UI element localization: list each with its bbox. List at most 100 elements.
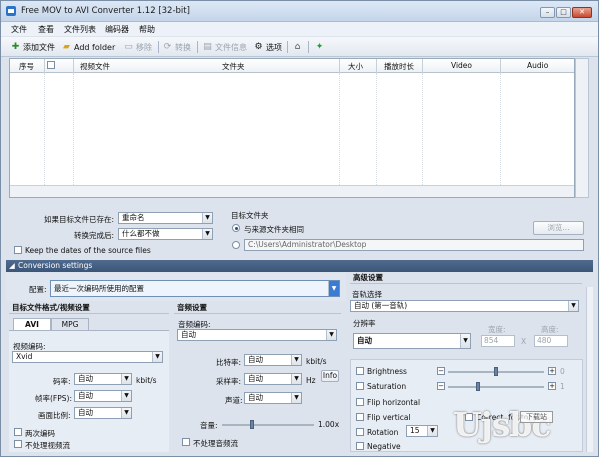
browse-button[interactable]: 浏览...	[533, 221, 584, 235]
file-info-button[interactable]: ▤ 文件信息	[202, 41, 247, 54]
grid-line	[44, 73, 45, 185]
fps-select[interactable]: 自动 ▼	[74, 390, 132, 402]
after-conversion-value: 什么都不做	[122, 229, 160, 238]
conversion-settings-header[interactable]: ◢ Conversion settings	[6, 260, 593, 272]
keep-dates-checkbox[interactable]	[14, 246, 22, 254]
maximize-button[interactable]: □	[556, 7, 571, 18]
chevron-down-icon: ▼	[121, 391, 131, 401]
rotation-select[interactable]: 15 ▼	[406, 425, 438, 437]
menu-file[interactable]: 文件	[11, 24, 27, 35]
column-divider	[339, 59, 340, 73]
toolbar-separator	[197, 41, 198, 53]
advanced-scrollbar[interactable]	[586, 287, 593, 452]
menu-help[interactable]: 帮助	[139, 24, 155, 35]
profile-select[interactable]: 最近一次编码所使用的配置 ▼	[50, 280, 340, 297]
brightness-slider-thumb[interactable]	[494, 367, 498, 376]
volume-slider[interactable]	[222, 420, 314, 429]
audio-bitrate-select[interactable]: 自动 ▼	[244, 354, 302, 366]
options-button[interactable]: ⚙ 选项	[253, 41, 282, 54]
menu-encoder[interactable]: 编码器	[105, 24, 129, 35]
col-folder[interactable]: 文件夹	[222, 61, 245, 72]
col-size[interactable]: 大小	[348, 61, 363, 72]
tab-mpg[interactable]: MPG	[51, 318, 89, 330]
brightness-checkbox[interactable]	[356, 367, 364, 375]
advanced-section-title: 高级设置	[350, 273, 582, 284]
no-video-checkbox[interactable]	[14, 440, 22, 448]
close-button[interactable]: ✕	[572, 7, 592, 18]
audio-track-select[interactable]: 自动 (第一音轨) ▼	[350, 300, 579, 312]
chevron-down-icon: ▼	[152, 352, 162, 362]
remove-button[interactable]: ▭ 移除	[123, 41, 152, 54]
col-duration[interactable]: 播放时长	[384, 61, 414, 72]
profile-panel: 配置: 最近一次编码所使用的配置 ▼	[6, 273, 346, 301]
saturation-slider[interactable]	[448, 382, 544, 391]
brightness-slider[interactable]	[448, 367, 544, 376]
height-label: 高度:	[541, 325, 559, 334]
flip-vertical-checkbox[interactable]	[356, 413, 364, 421]
chevron-down-icon: ▼	[326, 330, 336, 340]
keep-dates-label: Keep the dates of the source files	[25, 246, 151, 255]
saturation-slider-thumb[interactable]	[476, 382, 480, 391]
chevron-down-icon: ▼	[121, 408, 131, 418]
info-button[interactable]: Info	[321, 370, 339, 382]
no-audio-checkbox[interactable]	[182, 438, 190, 446]
after-conversion-label: 转换完成后:	[74, 231, 115, 240]
rotation-checkbox[interactable]	[356, 428, 364, 436]
add-file-button[interactable]: ✚ 添加文件	[10, 41, 55, 54]
volume-slider-thumb[interactable]	[250, 420, 254, 429]
sample-rate-select[interactable]: 自动 ▼	[244, 373, 302, 385]
output-path-field[interactable]: C:\Users\Administrator\Desktop	[244, 239, 584, 251]
chevron-down-icon: ▼	[568, 301, 578, 311]
tab-avi[interactable]: AVI	[13, 318, 51, 330]
saturation-minus-button[interactable]: −	[437, 382, 445, 390]
menu-view[interactable]: 查看	[38, 24, 54, 35]
if-exists-select[interactable]: 重命名 ▼	[118, 212, 213, 224]
brightness-plus-button[interactable]: +	[548, 367, 556, 375]
col-index[interactable]: 序号	[19, 61, 34, 72]
home-button[interactable]: ⌂	[292, 41, 303, 54]
sample-rate-value: 自动	[248, 374, 263, 383]
fps-label: 帧率(FPS):	[35, 394, 72, 403]
col-audio[interactable]: Audio	[527, 61, 548, 70]
video-codec-select[interactable]: Xvid ▼	[12, 351, 163, 363]
flip-horizontal-checkbox[interactable]	[356, 398, 364, 406]
aspect-select[interactable]: 自动 ▼	[74, 407, 132, 419]
col-video-file[interactable]: 视频文件	[80, 61, 110, 72]
brightness-minus-button[interactable]: −	[437, 367, 445, 375]
negative-checkbox[interactable]	[356, 442, 364, 450]
info-icon: ▤	[203, 42, 212, 52]
chevron-down-icon: ▼	[291, 374, 301, 384]
minimize-button[interactable]: –	[540, 7, 555, 18]
pin-icon: ✦	[315, 42, 324, 52]
col-video[interactable]: Video	[451, 61, 472, 70]
brightness-value: 0	[560, 367, 565, 376]
saturation-checkbox[interactable]	[356, 382, 364, 390]
same-as-source-label: 与来源文件夹相同	[244, 225, 304, 234]
pin-button[interactable]: ✦	[314, 41, 325, 54]
channels-select[interactable]: 自动 ▼	[244, 392, 302, 404]
file-list[interactable]: 序号 视频文件 文件夹 大小 播放时长 Video Audio	[9, 58, 575, 198]
add-folder-button[interactable]: ▰ Add folder	[61, 41, 115, 54]
chevron-down-icon: ▼	[460, 334, 470, 348]
width-spinner[interactable]: 854	[481, 335, 515, 347]
vertical-scrollbar[interactable]	[575, 58, 589, 198]
bitrate-unit: kbit/s	[136, 376, 157, 385]
saturation-plus-button[interactable]: +	[548, 382, 556, 390]
select-all-checkbox[interactable]	[47, 61, 55, 69]
convert-button[interactable]: ⟳ 转换	[162, 41, 191, 54]
channels-label: 声道:	[225, 396, 243, 405]
after-conversion-select[interactable]: 什么都不做 ▼	[118, 228, 213, 240]
custom-folder-radio[interactable]	[232, 241, 240, 249]
convert-icon: ⟳	[163, 42, 172, 52]
output-path-value: C:\Users\Administrator\Desktop	[248, 240, 367, 249]
bitrate-select[interactable]: 自动 ▼	[74, 373, 132, 385]
two-pass-checkbox[interactable]	[14, 428, 22, 436]
menu-file-list[interactable]: 文件列表	[64, 24, 96, 35]
height-spinner[interactable]: 480	[534, 335, 568, 347]
audio-track-label: 音轨选择	[352, 290, 382, 299]
audio-codec-select[interactable]: 自动 ▼	[177, 329, 337, 341]
title-bar: Free MOV to AVI Converter 1.12 [32-bit] …	[1, 1, 598, 22]
resolution-select[interactable]: 自动 ▼	[353, 333, 471, 349]
same-as-source-radio[interactable]	[232, 224, 240, 232]
horizontal-scrollbar[interactable]	[10, 185, 574, 197]
